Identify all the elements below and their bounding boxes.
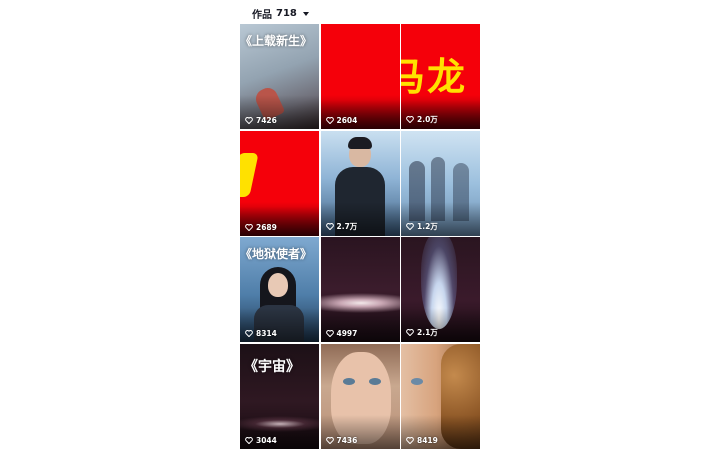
like-count: 2.1万 (406, 327, 438, 338)
video-tile[interactable]: 2.1万 (401, 237, 480, 342)
caret-down-icon[interactable] (302, 11, 309, 16)
heart-icon (325, 330, 334, 337)
video-tile[interactable]: 1.2万 (401, 130, 480, 236)
like-count-value: 2689 (256, 222, 277, 232)
video-tile[interactable]: 2604 (320, 24, 400, 129)
video-tile[interactable]: 2689 (240, 130, 319, 236)
video-tile[interactable]: 4997 (320, 237, 400, 342)
heart-icon (406, 436, 414, 444)
video-tile[interactable]: 马龙 2.0万 (401, 24, 480, 129)
video-tile[interactable]: 《地狱使者》 8314 (240, 237, 319, 342)
yellow-brush-stroke (240, 152, 259, 197)
like-count: 2604 (325, 116, 358, 125)
profile-works-panel: 作品 718 《上载新生》 7426 2604 马龙 2.0万 2689 2.7… (240, 0, 480, 450)
like-count: 7426 (245, 116, 277, 125)
like-count: 8419 (406, 436, 438, 445)
like-count: 7436 (325, 435, 358, 445)
like-count-value: 2604 (336, 116, 358, 125)
heart-icon (406, 116, 414, 123)
works-count: 718 (276, 7, 297, 19)
page: 作品 718 《上载新生》 7426 2604 马龙 2.0万 2689 2.7… (0, 0, 720, 450)
cover-text: 马龙 (401, 55, 468, 99)
like-count-value: 8314 (256, 329, 277, 338)
heart-icon (245, 330, 253, 337)
video-tile[interactable]: 《宇宙》 3044 (240, 343, 319, 449)
works-tab-header[interactable]: 作品 718 (252, 4, 309, 22)
like-count-value: 4997 (336, 329, 358, 338)
video-tile[interactable]: 2.7万 (320, 130, 400, 236)
heart-icon (325, 222, 334, 230)
like-count: 2689 (245, 223, 277, 232)
like-count: 2.0万 (406, 114, 438, 125)
heart-icon (325, 117, 334, 124)
like-count-value: 7426 (256, 116, 277, 125)
like-count-value: 1.2万 (417, 221, 438, 231)
video-grid: 《上载新生》 7426 2604 马龙 2.0万 2689 2.7万 1.2万 … (240, 24, 480, 449)
video-title: 《地狱使者》 (240, 247, 313, 261)
like-count: 1.2万 (406, 221, 438, 232)
works-label: 作品 (252, 9, 272, 21)
video-tile[interactable]: 7436 (320, 343, 400, 449)
person-hair (347, 136, 372, 149)
eye (368, 377, 381, 385)
video-tile[interactable]: 8419 (401, 343, 480, 449)
video-tile[interactable]: 《上载新生》 7426 (240, 24, 319, 129)
heart-icon (406, 329, 414, 336)
person-face (268, 273, 288, 297)
like-count-value: 2.0万 (417, 115, 438, 124)
like-count-value: 8419 (417, 435, 438, 445)
heart-icon (245, 436, 253, 444)
heart-icon (406, 222, 414, 230)
video-title: 《上载新生》 (240, 34, 313, 48)
like-count-value: 2.7万 (336, 221, 358, 231)
like-count: 4997 (325, 329, 358, 338)
like-count-value: 2.1万 (417, 328, 438, 337)
heart-icon (245, 117, 253, 124)
video-title: 《宇宙》 (244, 358, 300, 375)
heart-icon (325, 436, 334, 444)
like-count-value: 3044 (256, 435, 277, 445)
like-count: 2.7万 (325, 221, 358, 232)
eye (411, 377, 423, 385)
heart-icon (245, 223, 253, 231)
like-count: 8314 (245, 329, 277, 338)
eye (342, 377, 355, 385)
like-count-value: 7436 (336, 435, 358, 445)
like-count: 3044 (245, 436, 277, 445)
